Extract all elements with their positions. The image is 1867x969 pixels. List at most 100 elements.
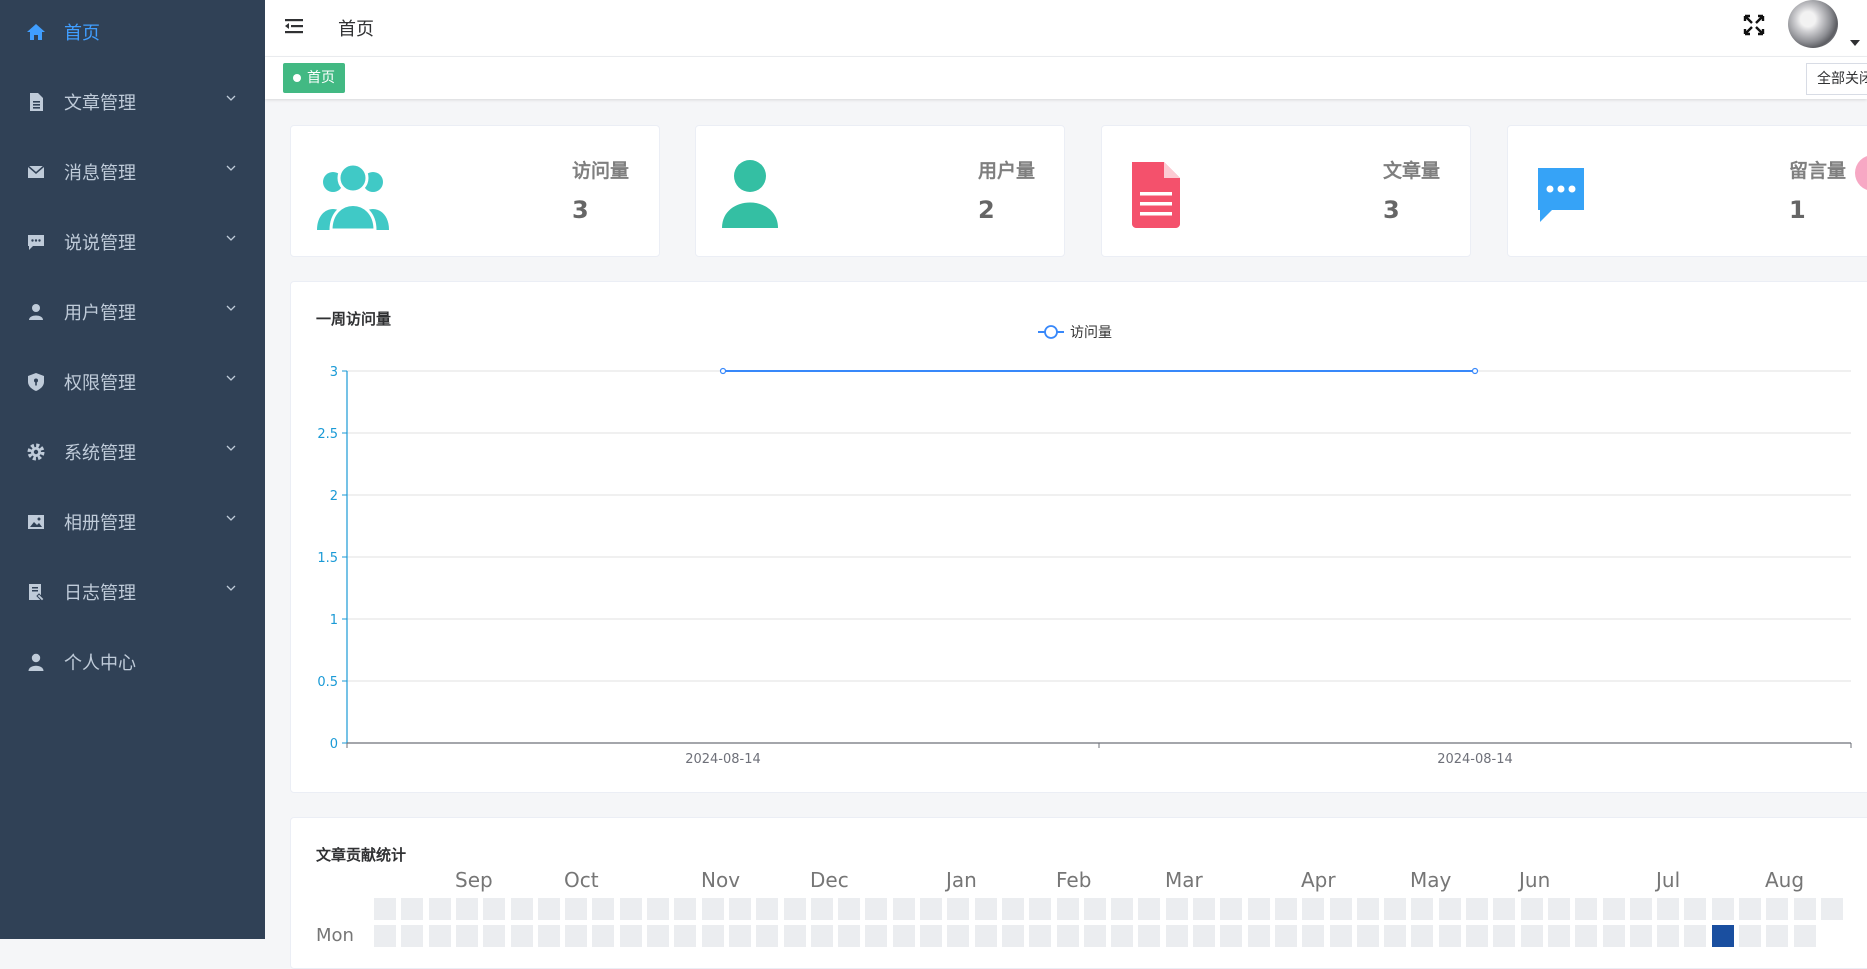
heatmap-cell[interactable] xyxy=(1138,898,1161,920)
heatmap-cell[interactable] xyxy=(1657,925,1680,948)
heatmap-cell[interactable] xyxy=(1274,898,1297,920)
fullscreen-icon[interactable] xyxy=(1743,14,1765,36)
heatmap-cell[interactable] xyxy=(1629,898,1652,920)
heatmap-cell[interactable] xyxy=(401,898,424,920)
heatmap-cell[interactable] xyxy=(1111,925,1134,948)
sidebar-item-messages[interactable]: 消息管理 xyxy=(0,137,265,207)
sidebar-item-albums[interactable]: 相册管理 xyxy=(0,487,265,557)
heatmap-cell[interactable] xyxy=(1739,898,1761,920)
heatmap-cell[interactable] xyxy=(401,925,424,948)
sidebar-item-users[interactable]: 用户管理 xyxy=(0,277,265,347)
heatmap-cell[interactable] xyxy=(1056,898,1079,920)
heatmap-cell[interactable] xyxy=(1274,925,1297,948)
heatmap-cell[interactable] xyxy=(674,898,697,920)
heatmap-cell[interactable] xyxy=(647,925,669,948)
heatmap-cell[interactable] xyxy=(1520,898,1543,920)
heatmap-cell[interactable] xyxy=(1083,898,1106,920)
heatmap-cell[interactable] xyxy=(865,898,888,920)
heatmap-cell[interactable] xyxy=(1329,925,1352,948)
avatar[interactable] xyxy=(1788,0,1838,48)
heatmap-cell[interactable] xyxy=(1193,925,1215,948)
heatmap-cell[interactable] xyxy=(1711,898,1734,920)
heatmap-cell[interactable] xyxy=(1029,925,1052,948)
heatmap-cell[interactable] xyxy=(974,925,997,948)
sidebar-item-system[interactable]: 系统管理 xyxy=(0,417,265,487)
heatmap-cell[interactable] xyxy=(1684,925,1707,948)
heatmap-cell[interactable] xyxy=(1384,898,1407,920)
heatmap-cell[interactable] xyxy=(1520,925,1543,948)
stat-card-users[interactable]: 用户量 2 xyxy=(695,125,1065,257)
heatmap-cell[interactable] xyxy=(1466,925,1488,948)
heatmap-cell[interactable] xyxy=(701,898,724,920)
heatmap-cell[interactable] xyxy=(537,925,560,948)
heatmap-cell[interactable] xyxy=(1575,898,1598,920)
menu-fold-icon[interactable] xyxy=(285,18,303,34)
heatmap-cell[interactable] xyxy=(1083,925,1106,948)
heatmap-cell[interactable] xyxy=(1739,925,1761,948)
heatmap-cell[interactable] xyxy=(1356,925,1379,948)
heatmap-cell[interactable] xyxy=(592,898,615,920)
close-all-button[interactable]: 全部关闭 xyxy=(1806,63,1867,95)
heatmap-cell[interactable] xyxy=(1411,898,1434,920)
heatmap-cell[interactable] xyxy=(619,898,642,920)
heatmap-cell[interactable] xyxy=(920,898,942,920)
stat-card-comments[interactable]: 留言量 1 xyxy=(1507,125,1867,257)
heatmap-cell[interactable] xyxy=(838,898,861,920)
heatmap-cell[interactable] xyxy=(565,898,588,920)
heatmap-cell[interactable] xyxy=(1575,925,1598,948)
heatmap-cell[interactable] xyxy=(1384,925,1407,948)
heatmap-cell[interactable] xyxy=(374,898,396,920)
sidebar-item-logs[interactable]: 日志管理 xyxy=(0,557,265,627)
heatmap-cell[interactable] xyxy=(374,925,396,948)
heatmap-cell[interactable] xyxy=(1247,925,1270,948)
heatmap-cell[interactable] xyxy=(483,898,506,920)
heatmap-cell[interactable] xyxy=(1793,925,1816,948)
heatmap-cell[interactable] xyxy=(1001,925,1024,948)
heatmap-cell[interactable] xyxy=(1329,898,1352,920)
heatmap-cell[interactable] xyxy=(810,898,833,920)
heatmap-cell[interactable] xyxy=(1302,898,1325,920)
heatmap-cell[interactable] xyxy=(1193,898,1215,920)
heatmap-cell[interactable] xyxy=(619,925,642,948)
heatmap-cell[interactable] xyxy=(783,898,806,920)
heatmap-cell[interactable] xyxy=(974,898,997,920)
heatmap-cell[interactable] xyxy=(1029,898,1052,920)
heatmap-cell[interactable] xyxy=(428,898,451,920)
heatmap-cell[interactable] xyxy=(674,925,697,948)
heatmap-cell[interactable] xyxy=(756,925,779,948)
heatmap-cell[interactable] xyxy=(1438,925,1461,948)
heatmap-cell[interactable] xyxy=(810,925,833,948)
heatmap-cell[interactable] xyxy=(1629,925,1652,948)
sidebar-item-permissions[interactable]: 权限管理 xyxy=(0,347,265,417)
heatmap-cell[interactable] xyxy=(592,925,615,948)
heatmap-cell[interactable] xyxy=(565,925,588,948)
heatmap-cell[interactable] xyxy=(1001,898,1024,920)
heatmap-cell[interactable] xyxy=(647,898,669,920)
heatmap-cell[interactable] xyxy=(1302,925,1325,948)
heatmap-cell[interactable] xyxy=(1711,925,1734,948)
heatmap-cell[interactable] xyxy=(1165,898,1188,920)
heatmap-cell[interactable] xyxy=(1220,925,1243,948)
stat-card-articles[interactable]: 文章量 3 xyxy=(1101,125,1471,257)
stat-card-visits[interactable]: 访问量 3 xyxy=(290,125,660,257)
heatmap-cell[interactable] xyxy=(1411,925,1434,948)
heatmap-cell[interactable] xyxy=(483,925,506,948)
sidebar-item-profile[interactable]: 个人中心 xyxy=(0,627,265,697)
heatmap-cell[interactable] xyxy=(783,925,806,948)
heatmap-cell[interactable] xyxy=(1766,898,1789,920)
heatmap-cell[interactable] xyxy=(510,898,533,920)
heatmap-cell[interactable] xyxy=(1793,898,1816,920)
caret-down-icon[interactable] xyxy=(1850,40,1860,46)
heatmap-cell[interactable] xyxy=(756,898,779,920)
heatmap-cell[interactable] xyxy=(1766,925,1789,948)
heatmap-cell[interactable] xyxy=(947,898,970,920)
heatmap-cell[interactable] xyxy=(1657,898,1680,920)
sidebar-item-articles[interactable]: 文章管理 xyxy=(0,67,265,137)
heatmap-cell[interactable] xyxy=(1056,925,1079,948)
heatmap-cell[interactable] xyxy=(1356,898,1379,920)
heatmap-cell[interactable] xyxy=(1138,925,1161,948)
heatmap-cell[interactable] xyxy=(455,898,478,920)
heatmap-cell[interactable] xyxy=(1247,898,1270,920)
heatmap-cell[interactable] xyxy=(1493,898,1516,920)
heatmap-cell[interactable] xyxy=(838,925,861,948)
